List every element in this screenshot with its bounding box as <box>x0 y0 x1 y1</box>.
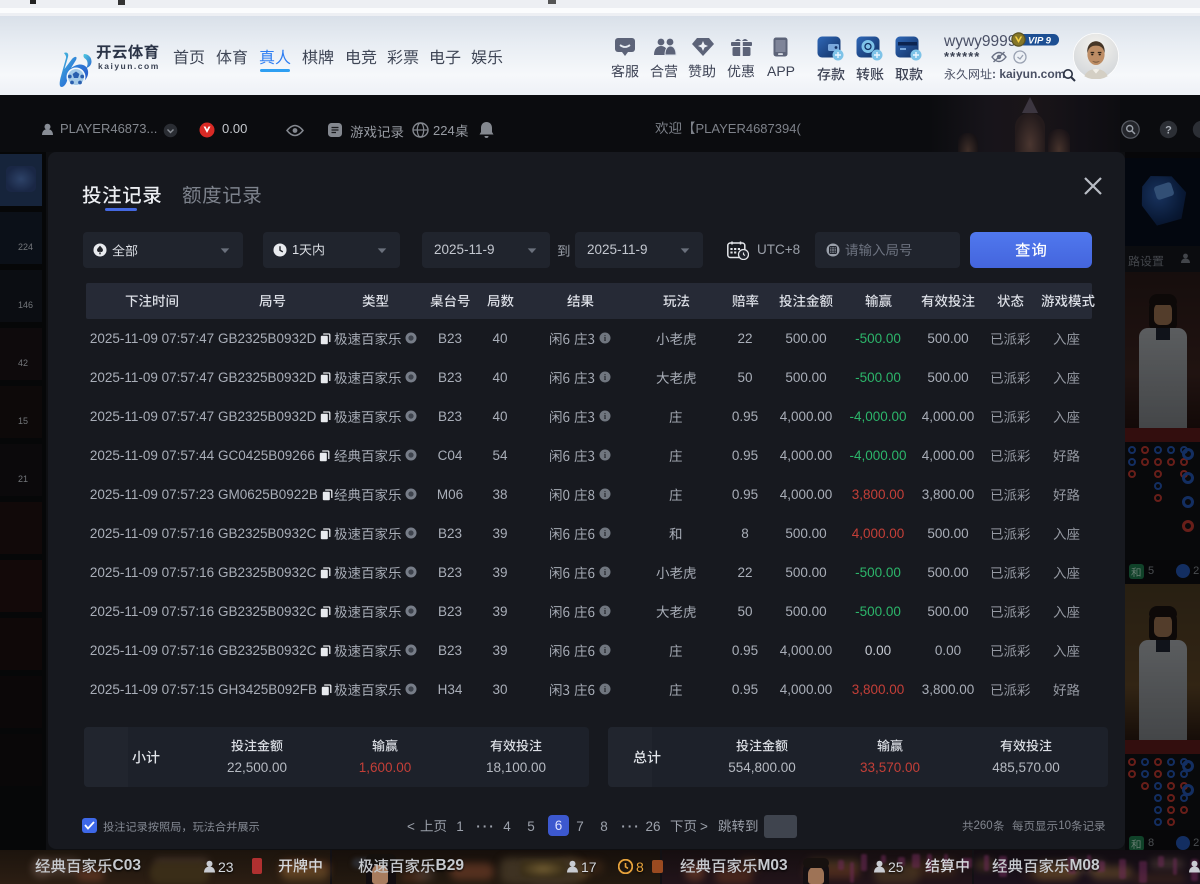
svg-text:VIP 9: VIP 9 <box>1028 35 1052 46</box>
svg-text:?: ? <box>1165 125 1172 137</box>
